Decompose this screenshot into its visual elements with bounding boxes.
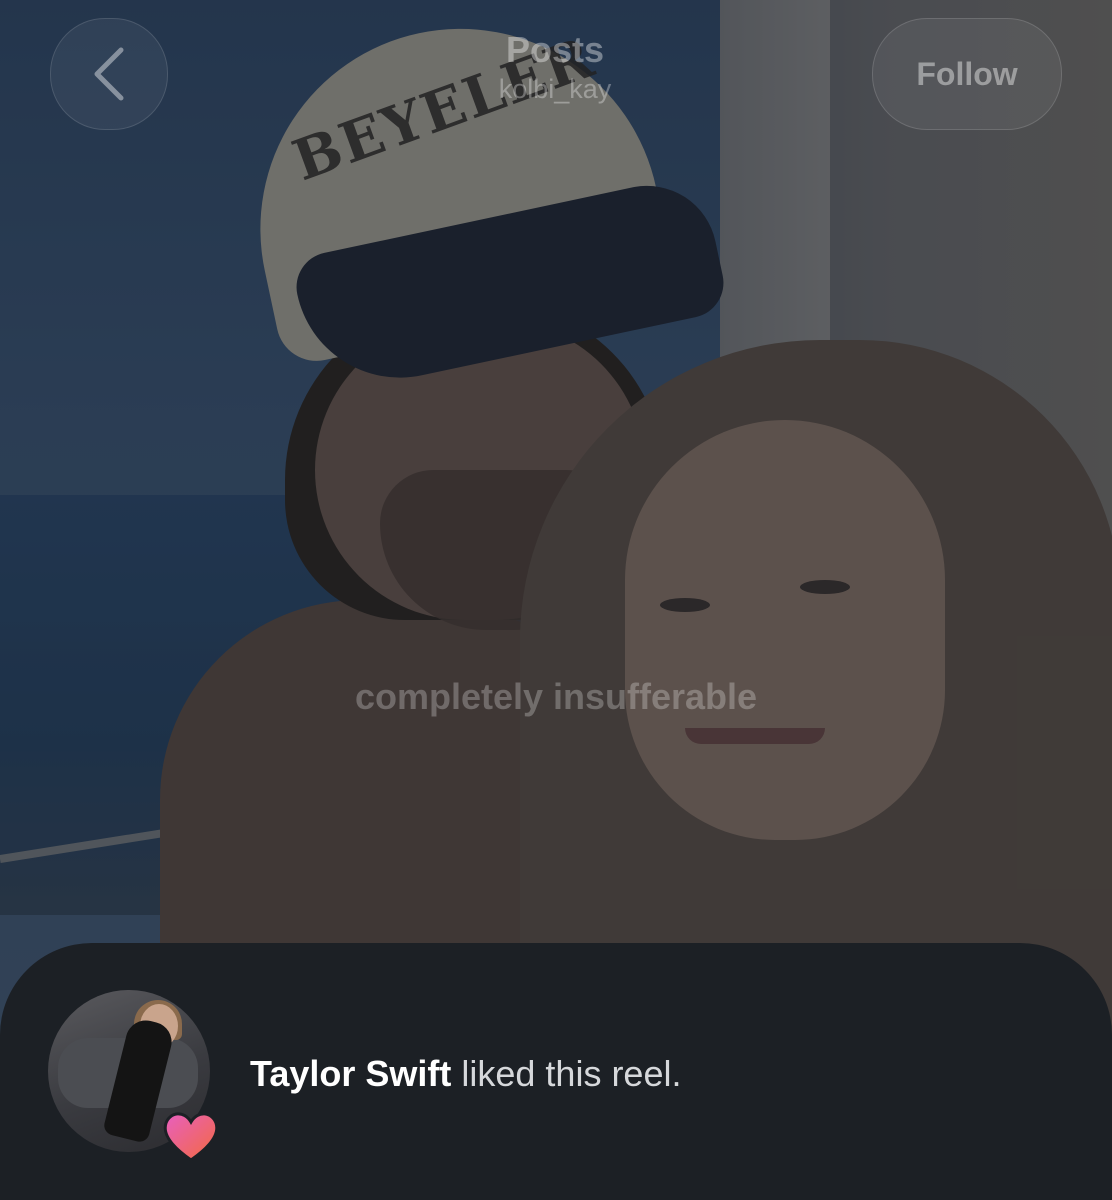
notification-action: liked this reel. bbox=[461, 1053, 682, 1094]
chevron-left-icon bbox=[94, 47, 124, 101]
liker-name[interactable]: Taylor Swift bbox=[250, 1053, 451, 1094]
follow-button[interactable]: Follow bbox=[872, 18, 1062, 130]
reel-caption: completely insufferable bbox=[354, 676, 758, 717]
header-titles: Posts kolbi_kay bbox=[405, 28, 705, 106]
back-button[interactable] bbox=[50, 18, 168, 130]
notification-text: Taylor Swift liked this reel. bbox=[250, 1051, 681, 1097]
page-title: Posts bbox=[505, 29, 605, 70]
heart-icon bbox=[163, 1112, 219, 1162]
username-label[interactable]: kolbi_kay bbox=[405, 72, 705, 106]
